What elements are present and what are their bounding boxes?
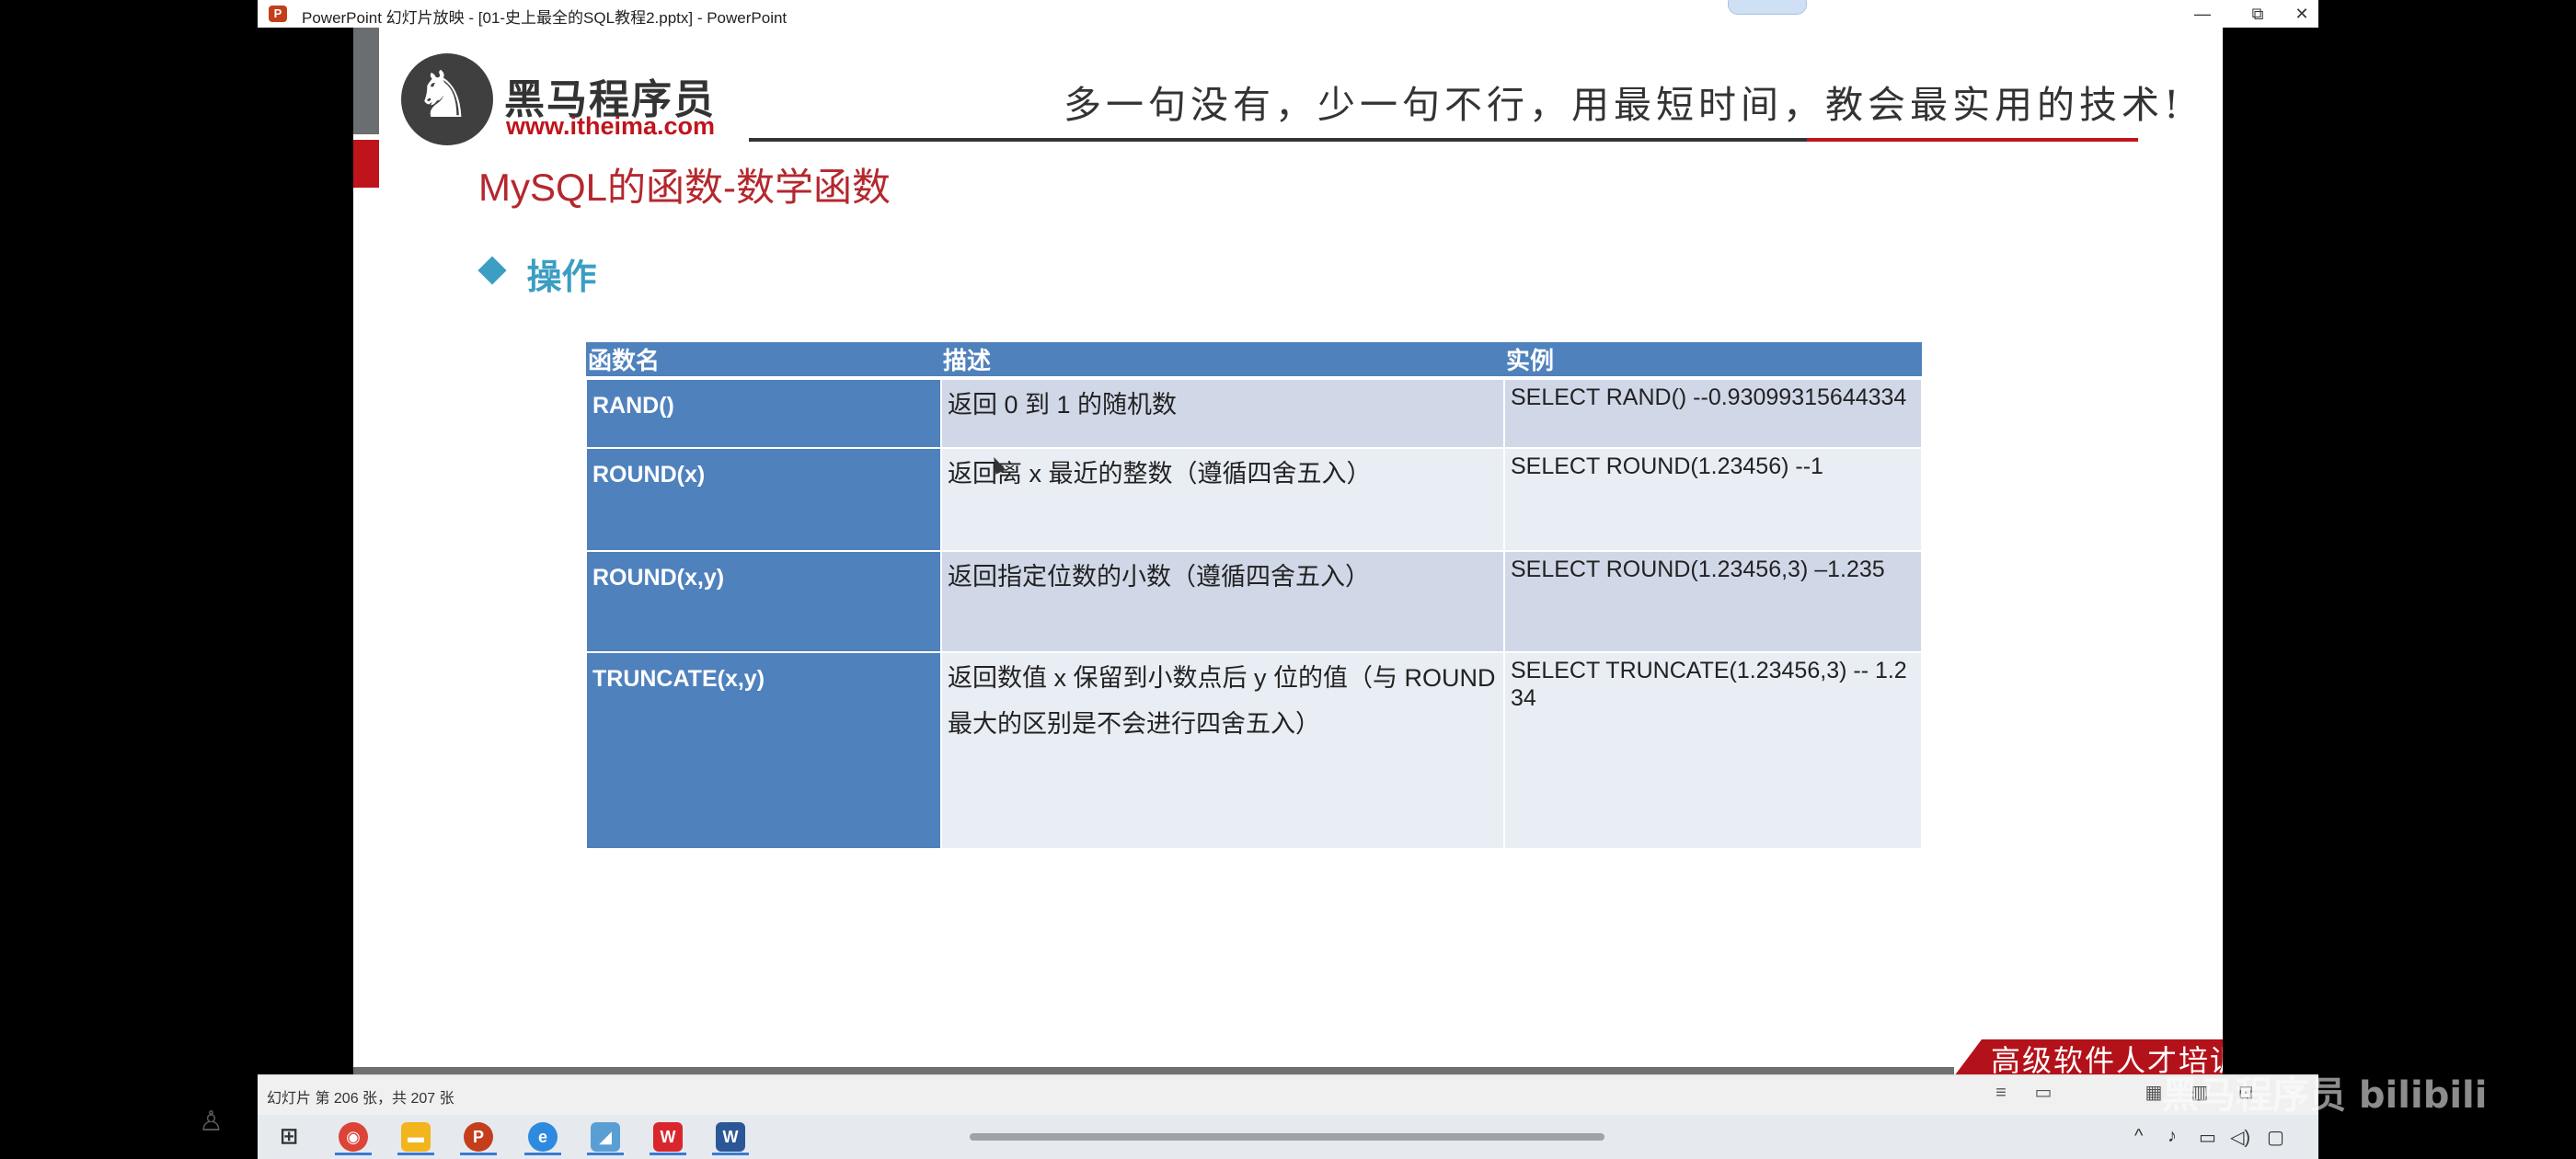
header-gray-bar bbox=[353, 28, 379, 134]
function-name-cell: ROUND(x,y) bbox=[585, 550, 942, 653]
app-icon: ◢ bbox=[591, 1122, 620, 1152]
taskbar-app[interactable]: ◢ bbox=[580, 1119, 631, 1155]
table-row: RAND() 返回 0 到 1 的随机数 SELECT RAND() --0.9… bbox=[585, 377, 1923, 449]
chrome-icon: ◉ bbox=[339, 1122, 368, 1152]
pen-toolbar-handle[interactable] bbox=[1728, 0, 1807, 15]
tray-chevron-icon[interactable]: ^ bbox=[2134, 1126, 2143, 1147]
example-cell: SELECT ROUND(1.23456) --1 bbox=[1503, 447, 1923, 552]
close-button[interactable]: ✕ bbox=[2272, 0, 2318, 28]
taskbar: ⊞ ◉ ▬ P e ◢ W W ^ ♪ ▭ ◁) ▢ bbox=[258, 1115, 2318, 1159]
powerpoint-icon: P bbox=[269, 6, 287, 22]
window-title: PowerPoint 幻灯片放映 - [01-史上最全的SQL教程2.pptx]… bbox=[302, 9, 788, 27]
status-bar: 幻灯片 第 206 张，共 207 张 ≡ ▭ ▦ ▥ ⊡ bbox=[258, 1074, 2318, 1115]
table-header-row: 函数名 描述 实例 bbox=[586, 342, 1922, 380]
function-name-cell: RAND() bbox=[585, 377, 942, 449]
description-cell: 返回 0 到 1 的随机数 bbox=[940, 377, 1505, 449]
taskbar-file-explorer[interactable]: ▬ bbox=[390, 1119, 442, 1155]
description-cell: 返回指定位数的小数（遵循四舍五入） bbox=[940, 550, 1505, 653]
browser-icon: e bbox=[528, 1122, 558, 1152]
logo-horse-icon: ♞ bbox=[401, 53, 493, 145]
header-divider bbox=[749, 138, 1816, 142]
start-button[interactable]: ⊞ bbox=[263, 1119, 315, 1155]
description-cell: 返回离 x 最近的整数（遵循四舍五入） bbox=[940, 447, 1505, 552]
taskbar-wps[interactable]: W bbox=[642, 1119, 694, 1155]
header-red-bar bbox=[353, 140, 379, 188]
header-function-name: 函数名 bbox=[586, 342, 941, 380]
function-name-cell: ROUND(x) bbox=[585, 447, 942, 552]
volume-icon[interactable]: ◁) bbox=[2230, 1126, 2250, 1149]
example-cell: SELECT TRUNCATE(1.23456,3) -- 1.234 bbox=[1503, 651, 1923, 850]
taskbar-chrome[interactable]: ◉ bbox=[328, 1119, 379, 1155]
powerpoint-window: P PowerPoint 幻灯片放映 - [01-史上最全的SQL教程2.ppt… bbox=[258, 0, 2318, 1115]
slogan: 多一句没有，少一句不行，用最短时间，教会最实用的技术! bbox=[1064, 83, 2184, 127]
table-row: TRUNCATE(x,y) 返回数值 x 保留到小数点后 y 位的值（与 ROU… bbox=[585, 651, 1923, 850]
description-cell: 返回数值 x 保留到小数点后 y 位的值（与 ROUND 最大的区别是不会进行四… bbox=[940, 651, 1505, 850]
notes-icon[interactable]: ≡ bbox=[1991, 1083, 2011, 1103]
diamond-bullet-icon bbox=[477, 255, 507, 285]
bullet-heading: 操作 bbox=[477, 248, 597, 299]
header-divider-accent bbox=[1807, 138, 2138, 142]
taskbar-word[interactable]: W bbox=[705, 1119, 756, 1155]
notification-icon[interactable]: ▢ bbox=[2267, 1126, 2284, 1149]
user-overlay-icon: ♙ bbox=[199, 1107, 224, 1137]
slide-sorter-icon[interactable]: ▦ bbox=[2144, 1083, 2164, 1103]
microphone-icon[interactable]: ♪ bbox=[2168, 1126, 2177, 1147]
powerpoint-icon: P bbox=[464, 1122, 493, 1152]
math-functions-table: 函数名 描述 实例 RAND() 返回 0 到 1 的随机数 SELECT RA… bbox=[585, 342, 1923, 850]
file-explorer-icon: ▬ bbox=[401, 1122, 431, 1152]
video-progress-bar[interactable] bbox=[970, 1133, 1604, 1141]
logo-url: www.itheima.com bbox=[506, 112, 716, 140]
function-name-cell: TRUNCATE(x,y) bbox=[585, 651, 942, 850]
table-row: ROUND(x) 返回离 x 最近的整数（遵循四舍五入） SELECT ROUN… bbox=[585, 447, 1923, 552]
word-icon: W bbox=[716, 1122, 745, 1152]
table-row: ROUND(x,y) 返回指定位数的小数（遵循四舍五入） SELECT ROUN… bbox=[585, 550, 1923, 653]
slide-counter: 幻灯片 第 206 张，共 207 张 bbox=[267, 1091, 454, 1107]
windows-start-icon: ⊞ bbox=[279, 1124, 299, 1149]
minimize-button[interactable]: — bbox=[2173, 0, 2232, 28]
example-cell: SELECT ROUND(1.23456,3) –1.235 bbox=[1503, 550, 1923, 653]
slide-margin-left bbox=[258, 28, 353, 1074]
normal-view-icon[interactable]: ▭ bbox=[2033, 1083, 2053, 1103]
slide-margin-right bbox=[2223, 28, 2318, 1074]
header-example: 实例 bbox=[1504, 342, 1922, 380]
taskbar-powerpoint[interactable]: P bbox=[453, 1119, 504, 1155]
network-icon[interactable]: ▭ bbox=[2199, 1126, 2216, 1149]
bullet-label: 操作 bbox=[526, 258, 597, 297]
slide-title: MySQL的函数-数学函数 bbox=[478, 166, 891, 209]
slide[interactable]: ♞ 黑马程序员 www.itheima.com 多一句没有，少一句不行，用最短时… bbox=[353, 28, 2223, 1074]
header-description: 描述 bbox=[941, 342, 1504, 380]
taskbar-browser[interactable]: e bbox=[517, 1119, 569, 1155]
footer-gray-strip bbox=[353, 1067, 1954, 1074]
wps-icon: W bbox=[653, 1122, 683, 1152]
example-cell: SELECT RAND() --0.93099315644334 bbox=[1503, 377, 1923, 449]
bilibili-watermark: 黑马程序员 bilibili bbox=[2162, 1074, 2488, 1117]
title-bar: P PowerPoint 幻灯片放映 - [01-史上最全的SQL教程2.ppt… bbox=[258, 0, 2318, 29]
